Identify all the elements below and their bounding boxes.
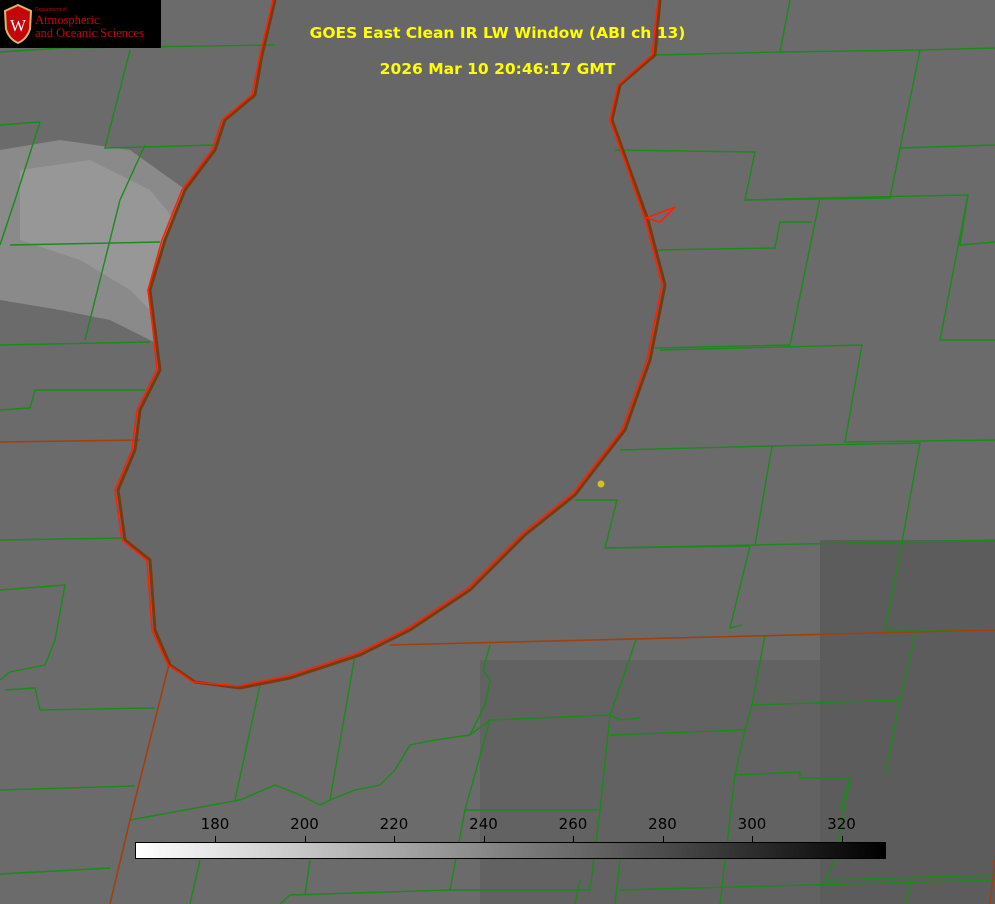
colorbar-tick-label: 220 bbox=[379, 815, 409, 833]
colorbar-tick-mark bbox=[662, 836, 664, 842]
temperature-colorbar bbox=[135, 842, 886, 859]
colorbar-tick-mark bbox=[752, 836, 753, 842]
colorbar-tick-mark bbox=[215, 836, 216, 842]
colorbar-tick-mark bbox=[394, 836, 395, 842]
colorbar-tick-label: 200 bbox=[290, 815, 319, 833]
colorbar-tick-label: 260 bbox=[558, 815, 588, 833]
colorbar-tick-label: 320 bbox=[827, 815, 856, 833]
colorbar-tick-label: 300 bbox=[737, 815, 767, 833]
image-timestamp-text: 2026 Mar 10 20:46:17 GMT bbox=[379, 60, 616, 78]
image-title-text: GOES East Clean IR LW Window (ABI ch 13) bbox=[309, 24, 686, 42]
ir-satellite-map bbox=[0, 0, 995, 904]
colorbar-tick-label: 180 bbox=[200, 815, 230, 833]
colorbar-tick-mark bbox=[304, 836, 306, 842]
colorbar-tick-mark bbox=[573, 836, 574, 842]
colorbar-tick-mark bbox=[483, 836, 485, 842]
station-marker bbox=[597, 480, 605, 488]
colorbar-tick-label: 280 bbox=[648, 815, 677, 833]
colorbar-tick-mark bbox=[841, 836, 843, 842]
satellite-image-viewer: W Department of Atmospheric and Oceanic … bbox=[0, 0, 995, 904]
colorbar-tick-label: 240 bbox=[469, 815, 498, 833]
